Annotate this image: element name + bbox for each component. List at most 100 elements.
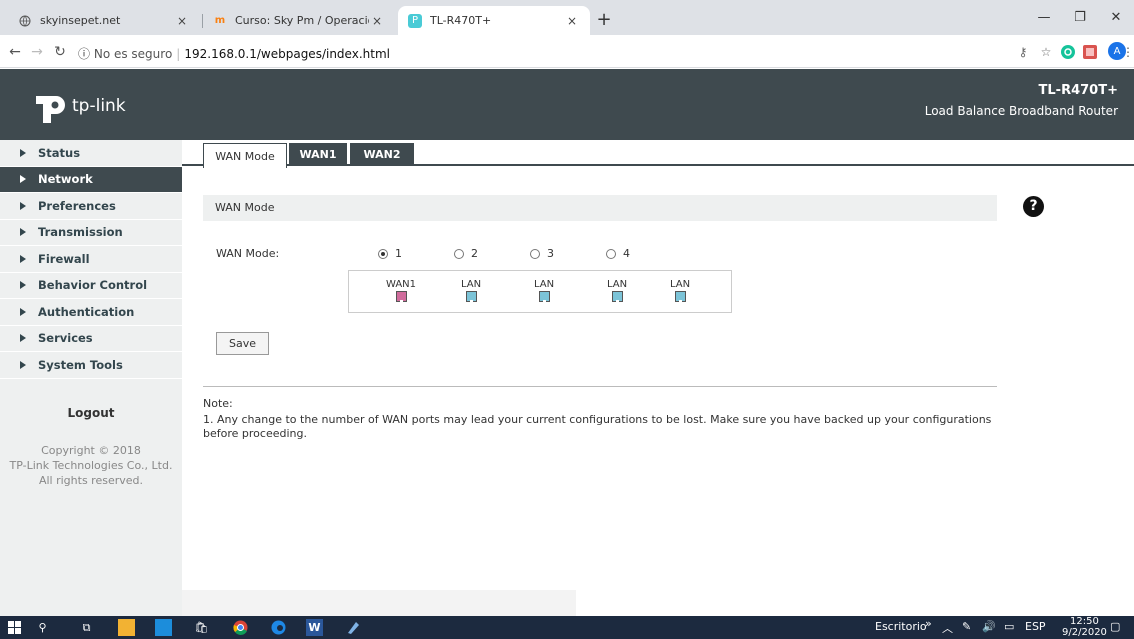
new-tab-button[interactable]: +	[592, 9, 616, 33]
model-subtitle: Load Balance Broadband Router	[924, 104, 1118, 118]
port-lan: LAN	[602, 279, 632, 302]
radio-unchecked-icon[interactable]	[606, 248, 616, 259]
port-lan: LAN	[529, 279, 559, 302]
arrow-right-icon	[20, 148, 26, 157]
network-icon[interactable]: ▭	[1004, 620, 1014, 633]
chevron-icon[interactable]: »	[925, 617, 932, 630]
edge-icon[interactable]	[270, 619, 287, 636]
security-label: No es seguro	[93, 47, 173, 61]
wan-mode-radio-2[interactable]: 2	[454, 247, 478, 260]
tplink-logo-icon	[30, 87, 68, 125]
forward-icon[interactable]: →	[28, 43, 46, 61]
close-window-icon[interactable]: ✕	[1098, 0, 1134, 35]
star-icon[interactable]: ☆	[1036, 42, 1056, 62]
ethernet-port-icon	[611, 291, 623, 302]
maximize-icon[interactable]: ❐	[1062, 0, 1098, 35]
sidebar-item-network[interactable]: Network	[0, 166, 182, 193]
key-icon[interactable]: ⚷	[1013, 42, 1033, 62]
volume-icon[interactable]: 🔊	[982, 620, 996, 633]
sidebar: Status Network Preferences Transmission …	[0, 140, 182, 616]
browser-tabstrip: skyinsepet.net × m Curso: Sky Pm / Opera…	[0, 0, 1134, 35]
task-view-icon[interactable]: ⧉	[78, 619, 95, 636]
store-icon[interactable]: 🛍	[193, 619, 210, 636]
desktop-label[interactable]: Escritorio	[875, 620, 927, 633]
sidebar-item-preferences[interactable]: Preferences	[0, 193, 182, 220]
tplink-icon: P	[408, 13, 422, 28]
note-title: Note:	[203, 397, 233, 410]
browser-tab-1[interactable]: skyinsepet.net ×	[8, 6, 200, 35]
port-wan1: WAN1	[386, 279, 416, 302]
word-icon[interactable]: W	[306, 619, 323, 636]
url-text: 192.168.0.1/webpages/index.html	[184, 47, 390, 61]
arrow-right-icon	[20, 228, 26, 237]
taskbar: ⚲ ⧉ 🛍 W Escritorio » ︿ ✎ 🔊 ▭ ESP 12:50 9…	[0, 616, 1134, 639]
help-icon[interactable]: ?	[1023, 196, 1044, 217]
arrow-right-icon	[20, 334, 26, 343]
model-info: TL-R470T+ Load Balance Broadband Router	[925, 83, 1118, 118]
tab-wan-mode[interactable]: WAN Mode	[203, 143, 287, 168]
notification-icon[interactable]: ▢	[1110, 620, 1120, 633]
close-icon[interactable]: ×	[564, 14, 580, 28]
browser-tab-title: TL-R470T+	[430, 14, 492, 27]
ethernet-port-icon	[674, 291, 686, 302]
sidebar-item-transmission[interactable]: Transmission	[0, 220, 182, 246]
info-icon[interactable]: ⓘ	[78, 47, 90, 61]
menu-dots-icon[interactable]: ⋮	[1122, 42, 1134, 62]
globe-icon	[18, 14, 32, 28]
clock[interactable]: 12:50 9/2/2020	[1062, 616, 1107, 638]
sidebar-item-firewall[interactable]: Firewall	[0, 246, 182, 273]
close-icon[interactable]: ×	[174, 14, 190, 28]
back-icon[interactable]: ←	[6, 43, 24, 61]
radio-unchecked-icon[interactable]	[530, 248, 540, 259]
ethernet-port-icon	[395, 291, 407, 302]
language-indicator[interactable]: ESP	[1025, 620, 1046, 633]
tplink-logo: tp-link	[30, 87, 126, 125]
tray-up-icon[interactable]: ︿	[942, 620, 953, 636]
chrome-icon[interactable]	[232, 619, 249, 636]
copyright: Copyright © 2018 TP-Link Technologies Co…	[9, 444, 173, 487]
radio-checked-icon[interactable]	[378, 248, 388, 259]
grammarly-icon[interactable]	[1058, 42, 1078, 62]
main-content: WAN Mode WAN1 WAN2 WAN Mode ? WAN Mode: …	[182, 140, 1134, 616]
radio-unchecked-icon[interactable]	[454, 248, 464, 259]
address-bar: ← → ↻ ⓘ No es seguro | 192.168.0.1/webpage…	[0, 35, 1134, 68]
control-panel-icon[interactable]	[155, 619, 172, 636]
moodle-icon: m	[214, 15, 226, 26]
paint-icon[interactable]	[345, 619, 362, 636]
sidebar-item-status[interactable]: Status	[0, 140, 182, 167]
tab-wan1[interactable]: WAN1	[289, 143, 347, 166]
minimize-icon[interactable]: —	[1026, 0, 1062, 35]
port-lan: LAN	[456, 279, 486, 302]
arrow-right-icon	[20, 201, 26, 210]
wan-mode-radio-4[interactable]: 4	[606, 247, 630, 260]
search-icon[interactable]: ⚲	[34, 619, 51, 636]
note-text: 1. Any change to the number of WAN ports…	[203, 413, 992, 440]
reload-icon[interactable]: ↻	[51, 43, 69, 61]
pen-icon[interactable]: ✎	[962, 620, 971, 633]
browser-tab-3[interactable]: P TL-R470T+ ×	[398, 6, 590, 35]
sidebar-item-services[interactable]: Services	[0, 326, 182, 352]
arrow-right-icon	[20, 307, 26, 316]
browser-tab-title: Curso: Sky Pm / Operacion	[235, 14, 369, 27]
divider	[203, 386, 997, 387]
logout-link[interactable]: Logout	[0, 406, 182, 420]
tab-wan2[interactable]: WAN2	[350, 143, 414, 166]
content-tabs: WAN Mode WAN1 WAN2	[182, 140, 1134, 168]
ethernet-port-icon	[538, 291, 550, 302]
pdf-extension-icon[interactable]	[1080, 42, 1100, 62]
wan-mode-radio-3[interactable]: 3	[530, 247, 554, 260]
ethernet-port-icon	[465, 291, 477, 302]
clock-time: 12:50	[1070, 616, 1099, 627]
windows-start-icon[interactable]	[6, 619, 23, 636]
router-header: tp-link TL-R470T+ Load Balance Broadband…	[0, 69, 1134, 140]
sidebar-item-authentication[interactable]: Authentication	[0, 299, 182, 326]
sidebar-item-behavior-control[interactable]: Behavior Control	[0, 273, 182, 299]
arrow-right-icon	[20, 281, 26, 290]
url-field[interactable]: ⓘ No es seguro | 192.168.0.1/webpages/inde…	[78, 45, 390, 62]
file-explorer-icon[interactable]	[118, 619, 135, 636]
save-button[interactable]: Save	[216, 332, 269, 355]
wan-mode-radio-1[interactable]: 1	[378, 247, 402, 260]
close-icon[interactable]: ×	[369, 14, 385, 28]
sidebar-item-system-tools[interactable]: System Tools	[0, 352, 182, 379]
browser-tab-2[interactable]: m Curso: Sky Pm / Operacion ×	[203, 6, 395, 35]
